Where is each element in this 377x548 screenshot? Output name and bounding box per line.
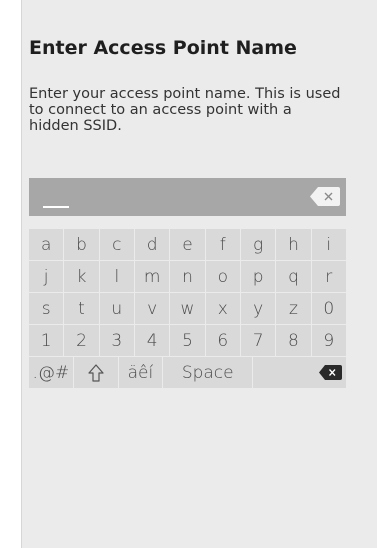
accents-key[interactable]: äêí bbox=[118, 357, 163, 388]
keyboard-row: s t u v w x y z 0 bbox=[29, 293, 346, 324]
key-r[interactable]: r bbox=[311, 261, 346, 292]
key-m[interactable]: m bbox=[134, 261, 170, 292]
on-screen-keyboard: a b c d e f g h i j k l m n o p q r s t … bbox=[29, 229, 346, 389]
keyboard-row: .@# äêí Space bbox=[29, 357, 346, 388]
key-5[interactable]: 5 bbox=[170, 325, 205, 356]
keyboard-row: 1 2 3 4 5 6 7 8 9 bbox=[29, 325, 346, 356]
shift-key[interactable] bbox=[73, 357, 118, 388]
key-k[interactable]: k bbox=[64, 261, 99, 292]
text-cursor bbox=[43, 206, 69, 208]
symbols-key[interactable]: .@# bbox=[29, 357, 73, 388]
key-s[interactable]: s bbox=[29, 293, 64, 324]
key-n[interactable]: n bbox=[170, 261, 205, 292]
key-t[interactable]: t bbox=[64, 293, 99, 324]
space-key[interactable]: Space bbox=[163, 357, 253, 388]
key-b[interactable]: b bbox=[64, 229, 99, 260]
key-l[interactable]: l bbox=[99, 261, 134, 292]
key-c[interactable]: c bbox=[99, 229, 134, 260]
key-z[interactable]: z bbox=[276, 293, 311, 324]
key-p[interactable]: p bbox=[240, 261, 276, 292]
dialog-description: Enter your access point name. This is us… bbox=[29, 86, 341, 134]
key-8[interactable]: 8 bbox=[276, 325, 311, 356]
key-7[interactable]: 7 bbox=[240, 325, 276, 356]
key-o[interactable]: o bbox=[205, 261, 240, 292]
key-w[interactable]: w bbox=[170, 293, 205, 324]
key-j[interactable]: j bbox=[29, 261, 64, 292]
key-1[interactable]: 1 bbox=[29, 325, 64, 356]
key-3[interactable]: 3 bbox=[99, 325, 134, 356]
key-v[interactable]: v bbox=[134, 293, 170, 324]
backspace-key[interactable] bbox=[253, 357, 346, 388]
key-4[interactable]: 4 bbox=[134, 325, 170, 356]
key-9[interactable]: 9 bbox=[311, 325, 346, 356]
backspace-icon[interactable] bbox=[310, 187, 340, 206]
key-u[interactable]: u bbox=[99, 293, 134, 324]
key-g[interactable]: g bbox=[240, 229, 276, 260]
key-0[interactable]: 0 bbox=[311, 293, 346, 324]
dialog-title: Enter Access Point Name bbox=[29, 37, 297, 59]
shift-icon bbox=[88, 363, 104, 382]
key-e[interactable]: e bbox=[170, 229, 205, 260]
key-h[interactable]: h bbox=[276, 229, 311, 260]
access-point-name-input[interactable] bbox=[29, 178, 346, 216]
key-x[interactable]: x bbox=[205, 293, 240, 324]
key-i[interactable]: i bbox=[311, 229, 346, 260]
keyboard-row: a b c d e f g h i bbox=[29, 229, 346, 260]
key-2[interactable]: 2 bbox=[64, 325, 99, 356]
key-6[interactable]: 6 bbox=[205, 325, 240, 356]
backspace-icon bbox=[318, 365, 342, 380]
key-q[interactable]: q bbox=[276, 261, 311, 292]
key-f[interactable]: f bbox=[205, 229, 240, 260]
key-a[interactable]: a bbox=[29, 229, 64, 260]
key-y[interactable]: y bbox=[240, 293, 276, 324]
keyboard-row: j k l m n o p q r bbox=[29, 261, 346, 292]
key-d[interactable]: d bbox=[134, 229, 170, 260]
